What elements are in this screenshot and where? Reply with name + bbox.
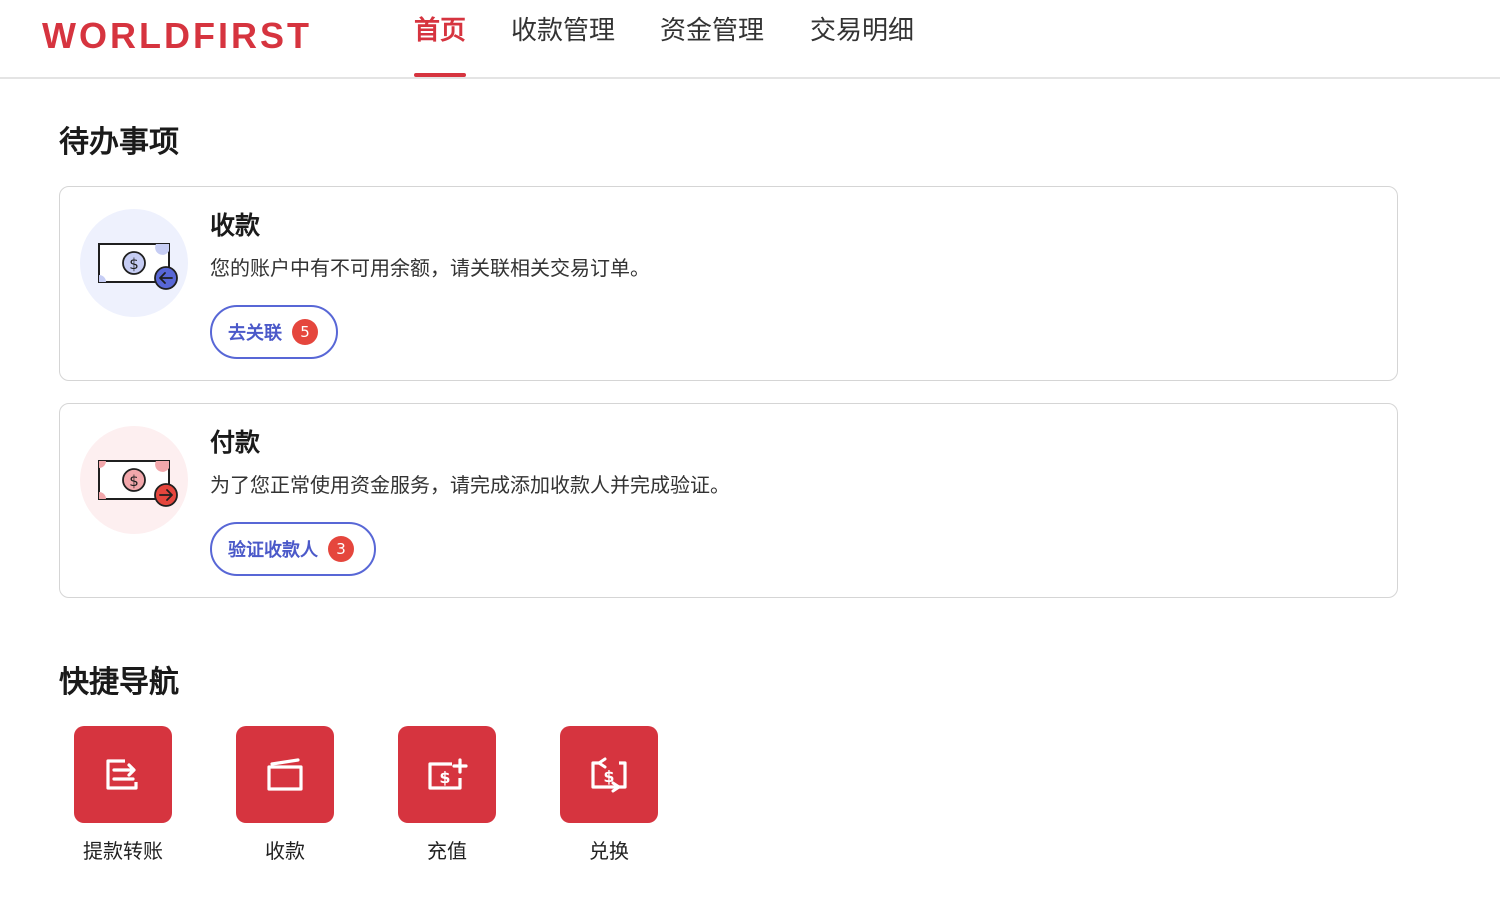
- tab-transactions-label: 交易明细: [810, 16, 915, 46]
- todo-card-receive: $ 收款 您的账户中有不可用余额，请关联相关交易订单。 去关联 5: [59, 186, 1398, 381]
- pay-card-description: 为了您正常使用资金服务，请完成添加收款人并完成验证。: [210, 473, 730, 497]
- link-orders-button-label: 去关联: [228, 323, 282, 344]
- tab-receivables-label: 收款管理: [511, 16, 616, 46]
- receive-card-title: 收款: [210, 211, 261, 240]
- pay-card-title: 付款: [210, 428, 261, 457]
- top-header: WORLDFIRST 首页 收款管理 资金管理 交易明细: [0, 0, 1500, 79]
- verify-payee-count-badge: 3: [328, 536, 354, 562]
- verify-payee-button-label: 验证收款人: [228, 540, 318, 561]
- money-send-icon: $: [80, 426, 188, 534]
- link-orders-count-badge: 5: [292, 319, 318, 345]
- tab-home[interactable]: 首页: [414, 14, 467, 77]
- todo-section-title: 待办事项: [59, 125, 179, 160]
- tab-transactions[interactable]: 交易明细: [810, 14, 914, 77]
- money-receive-icon: $: [80, 209, 188, 317]
- quick-nav-withdraw-transfer[interactable]: 提款转账: [74, 726, 172, 865]
- receive-wallet-icon: [236, 726, 334, 823]
- tab-funds[interactable]: 资金管理: [660, 14, 764, 77]
- todo-card-pay: $ 付款 为了您正常使用资金服务，请完成添加收款人并完成验证。 验证收款人 3: [59, 403, 1398, 598]
- quick-nav-top-up-label: 充值: [427, 839, 467, 863]
- active-tab-indicator: [414, 73, 467, 77]
- tab-receivables[interactable]: 收款管理: [511, 14, 615, 77]
- quick-nav-top-up[interactable]: $ 充值: [398, 726, 496, 865]
- withdraw-transfer-icon: [74, 726, 172, 823]
- receive-card-description: 您的账户中有不可用余额，请关联相关交易订单。: [210, 256, 650, 280]
- quick-nav-exchange[interactable]: $ 兑换: [560, 726, 658, 865]
- top-up-icon: $: [398, 726, 496, 823]
- quick-nav-withdraw-transfer-label: 提款转账: [83, 839, 163, 863]
- link-orders-button[interactable]: 去关联 5: [210, 305, 338, 359]
- quick-nav-title: 快捷导航: [59, 665, 179, 700]
- svg-text:$: $: [439, 768, 450, 787]
- tab-funds-label: 资金管理: [660, 16, 765, 46]
- svg-text:$: $: [603, 767, 614, 786]
- worldfirst-logo[interactable]: WORLDFIRST: [42, 16, 312, 56]
- quick-nav-receive-label: 收款: [265, 839, 305, 863]
- exchange-icon: $: [560, 726, 658, 823]
- quick-nav-exchange-label: 兑换: [589, 839, 629, 863]
- svg-text:$: $: [129, 472, 139, 490]
- quick-nav-receive[interactable]: 收款: [236, 726, 334, 865]
- verify-payee-button[interactable]: 验证收款人 3: [210, 522, 376, 576]
- svg-text:$: $: [129, 255, 139, 273]
- tab-home-label: 首页: [414, 16, 467, 46]
